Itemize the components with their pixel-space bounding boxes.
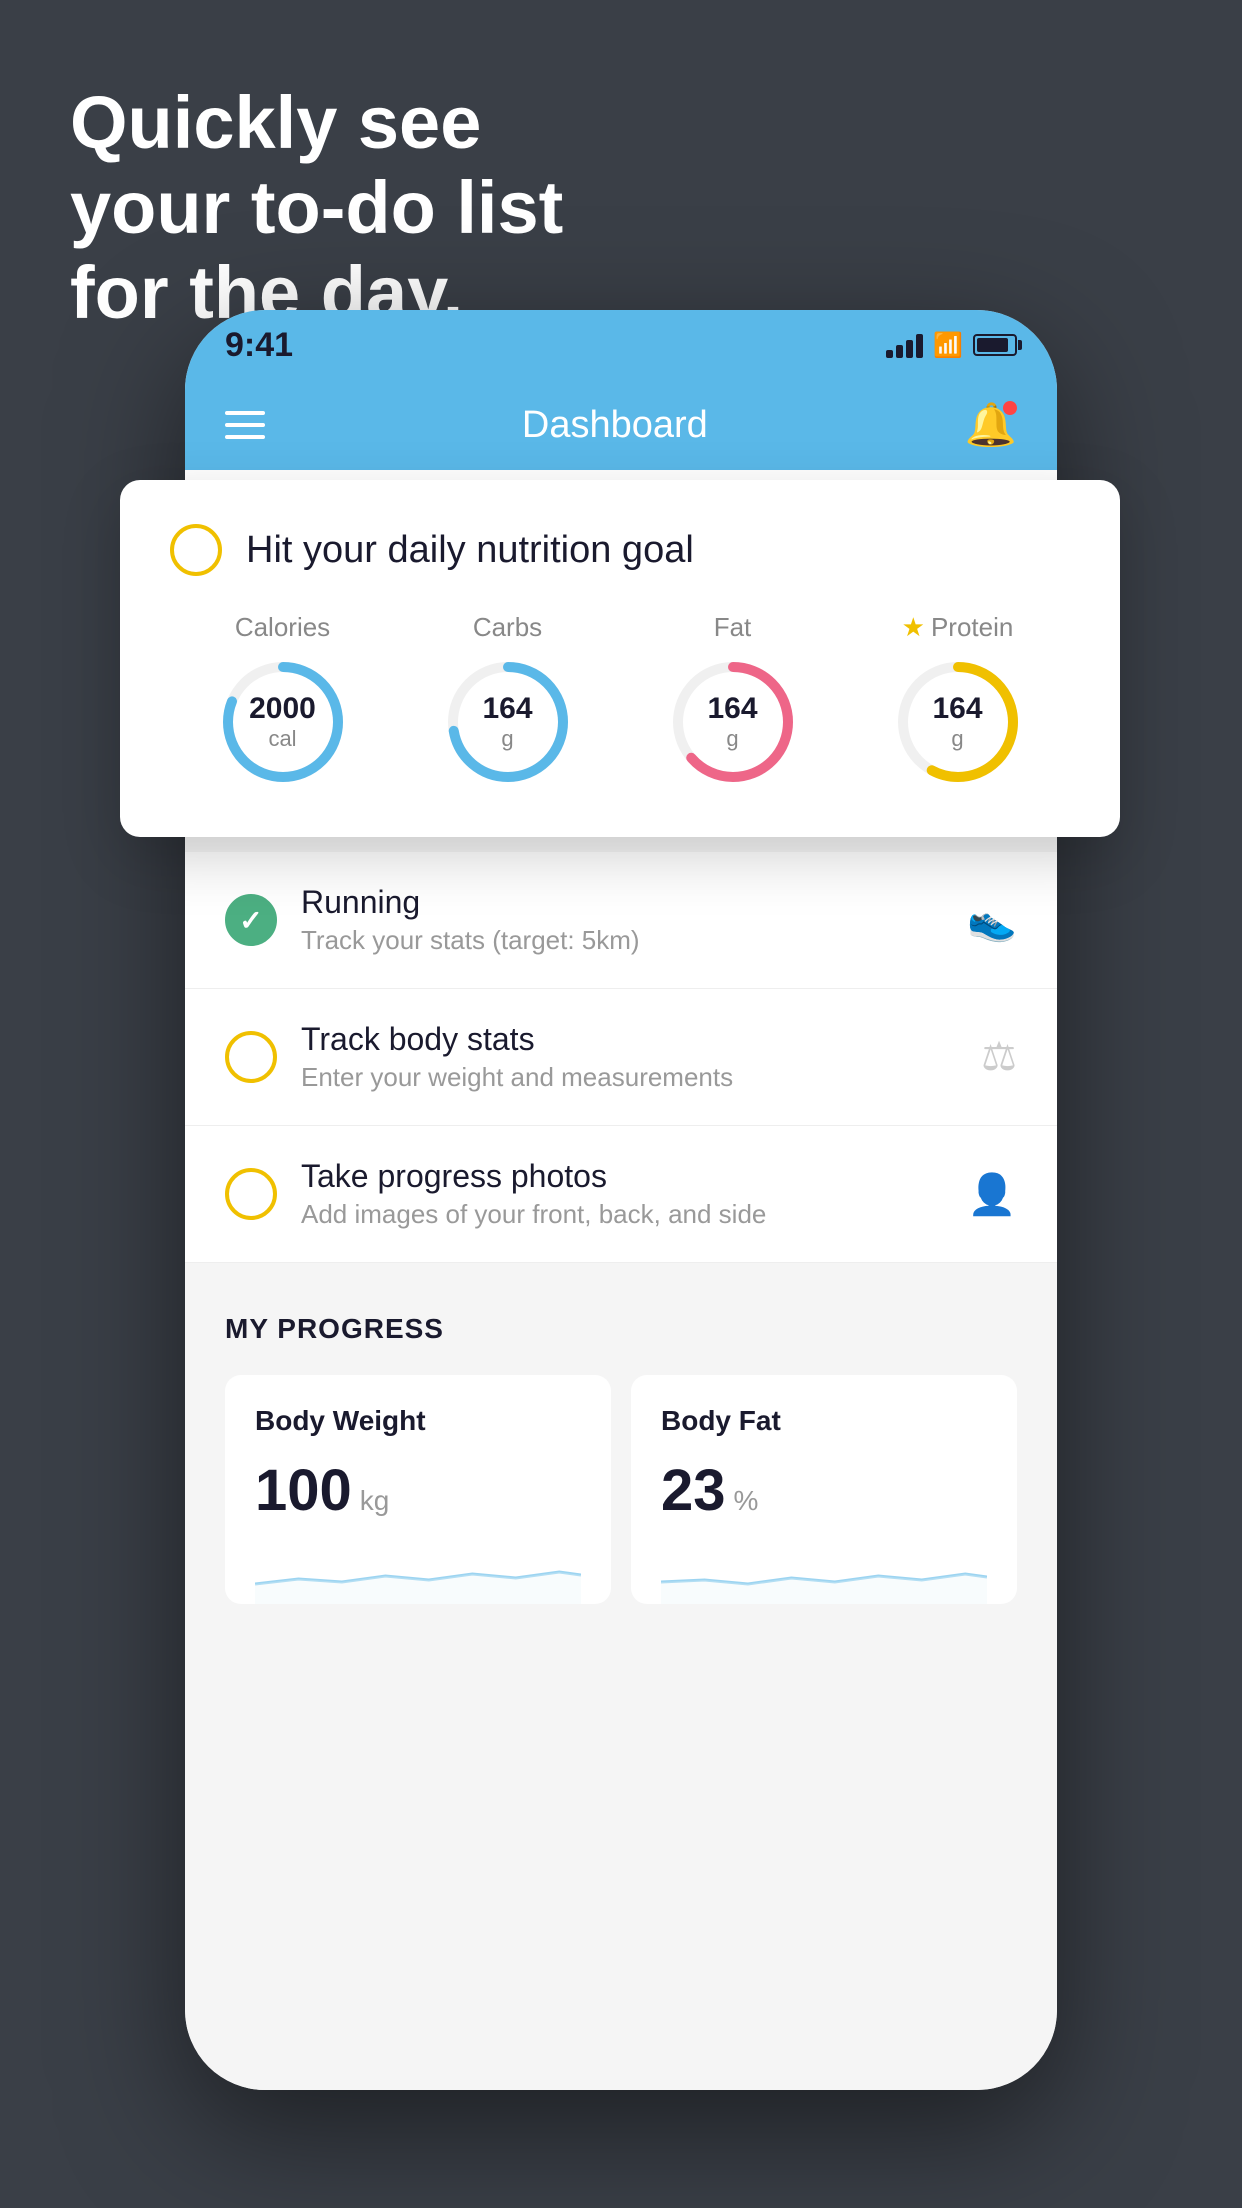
progress-heading: MY PROGRESS: [225, 1313, 1017, 1345]
todo-text: Take progress photos Add images of your …: [301, 1158, 943, 1230]
fat-ring: Fat 164 g: [668, 612, 798, 787]
calories-unit: cal: [249, 726, 316, 752]
list-item[interactable]: ✓ Running Track your stats (target: 5km)…: [185, 852, 1057, 989]
fat-unit: g: [707, 726, 757, 752]
battery-icon: [973, 334, 1017, 356]
nutrition-radio[interactable]: [170, 524, 222, 576]
notification-bell[interactable]: 🔔: [965, 401, 1017, 450]
todo-status-pending: [225, 1168, 277, 1220]
progress-section: MY PROGRESS Body Weight 100 kg: [185, 1263, 1057, 1604]
wifi-icon: 📶: [933, 331, 963, 360]
progress-cards: Body Weight 100 kg Body Fat: [225, 1375, 1017, 1604]
protein-value: 164: [932, 692, 982, 726]
progress-value-row: 100 kg: [255, 1457, 581, 1524]
nutrition-rings: Calories 2000 cal Carbs: [170, 612, 1070, 787]
todo-status-pending: [225, 1031, 277, 1083]
body-fat-sparkline: [661, 1544, 987, 1604]
body-fat-value: 23: [661, 1457, 726, 1524]
todo-text: Track body stats Enter your weight and m…: [301, 1021, 957, 1093]
body-weight-sparkline: [255, 1544, 581, 1604]
nutrition-card[interactable]: Hit your daily nutrition goal Calories 2…: [120, 480, 1120, 837]
body-fat-card[interactable]: Body Fat 23 %: [631, 1375, 1017, 1604]
card-header: Hit your daily nutrition goal: [170, 524, 1070, 576]
body-weight-card[interactable]: Body Weight 100 kg: [225, 1375, 611, 1604]
scale-icon: ⚖: [981, 1034, 1017, 1080]
todo-title: Running: [301, 884, 943, 921]
notification-dot: [1003, 401, 1017, 415]
carbs-value: 164: [482, 692, 532, 726]
protein-ring: ★ Protein 164 g: [893, 612, 1023, 787]
progress-value-row: 23 %: [661, 1457, 987, 1524]
card-title: Body Fat: [661, 1405, 987, 1437]
hamburger-menu[interactable]: [225, 411, 265, 439]
person-icon: 👤: [967, 1171, 1017, 1218]
todo-title: Track body stats: [301, 1021, 957, 1058]
signal-icon: [886, 332, 923, 358]
status-icons: 📶: [886, 331, 1017, 360]
hero-text: Quickly see your to-do list for the day.: [70, 80, 563, 335]
checkmark-icon: ✓: [239, 904, 262, 937]
card-title: Body Weight: [255, 1405, 581, 1437]
fat-ring-container: 164 g: [668, 657, 798, 787]
todo-subtitle: Enter your weight and measurements: [301, 1062, 957, 1093]
shoe-icon: 👟: [967, 897, 1017, 944]
top-nav: Dashboard 🔔: [185, 380, 1057, 470]
body-fat-unit: %: [734, 1485, 759, 1517]
star-icon: ★: [902, 612, 925, 643]
nav-title: Dashboard: [522, 404, 708, 447]
carbs-label: Carbs: [473, 612, 542, 643]
nutrition-card-title: Hit your daily nutrition goal: [246, 529, 694, 572]
list-item[interactable]: Track body stats Enter your weight and m…: [185, 989, 1057, 1126]
protein-ring-container: 164 g: [893, 657, 1023, 787]
calories-ring-container: 2000 cal: [218, 657, 348, 787]
calories-ring: Calories 2000 cal: [218, 612, 348, 787]
protein-label: ★ Protein: [902, 612, 1014, 643]
todo-status-done: ✓: [225, 894, 277, 946]
fat-value: 164: [707, 692, 757, 726]
body-weight-unit: kg: [360, 1485, 390, 1517]
status-bar: 9:41 📶: [185, 310, 1057, 380]
status-time: 9:41: [225, 326, 293, 365]
protein-unit: g: [932, 726, 982, 752]
todo-subtitle: Track your stats (target: 5km): [301, 925, 943, 956]
calories-label: Calories: [235, 612, 330, 643]
list-item[interactable]: Take progress photos Add images of your …: [185, 1126, 1057, 1263]
todo-title: Take progress photos: [301, 1158, 943, 1195]
calories-value: 2000: [249, 692, 316, 726]
todo-subtitle: Add images of your front, back, and side: [301, 1199, 943, 1230]
todo-list: ✓ Running Track your stats (target: 5km)…: [185, 852, 1057, 1263]
carbs-ring-container: 164 g: [443, 657, 573, 787]
todo-text: Running Track your stats (target: 5km): [301, 884, 943, 956]
fat-label: Fat: [714, 612, 752, 643]
body-weight-value: 100: [255, 1457, 352, 1524]
carbs-unit: g: [482, 726, 532, 752]
carbs-ring: Carbs 164 g: [443, 612, 573, 787]
